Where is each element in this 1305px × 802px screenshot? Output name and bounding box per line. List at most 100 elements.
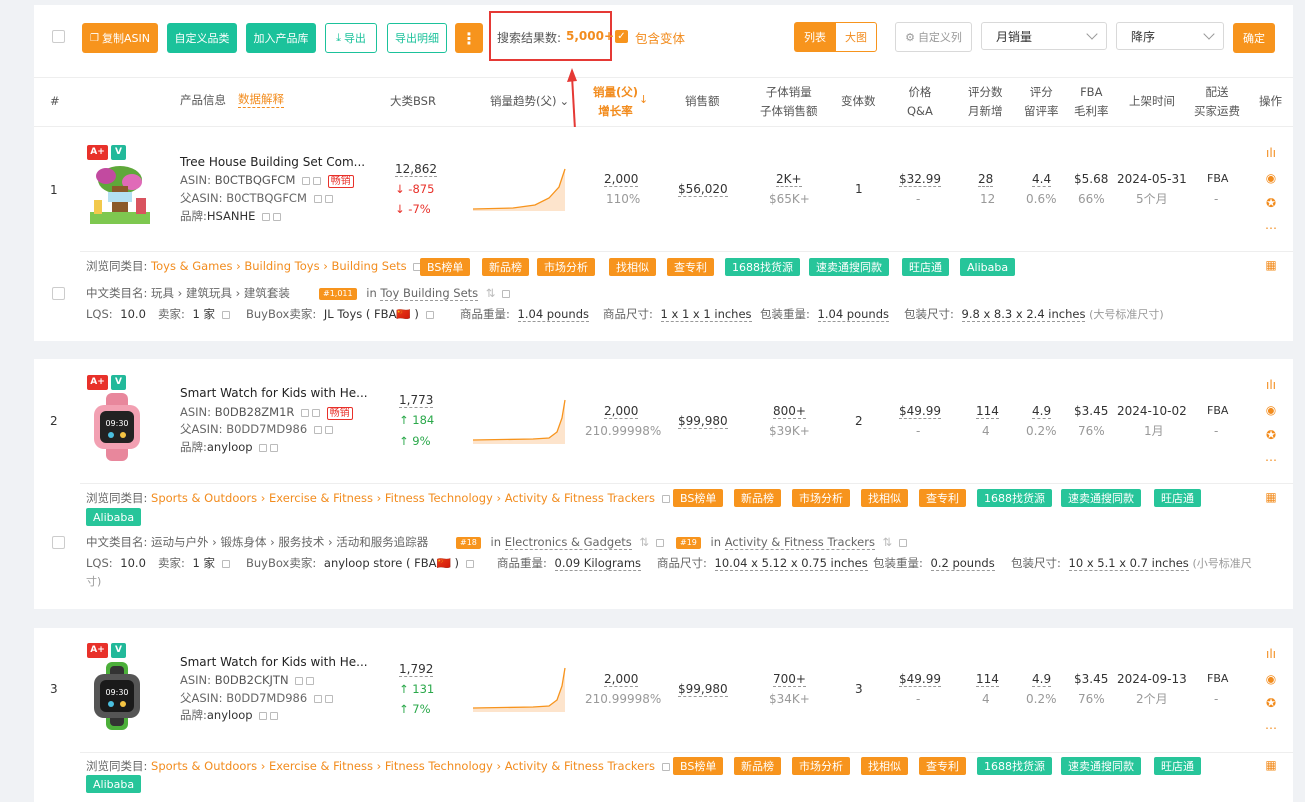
sales-trend-sparkline[interactable] (473, 398, 567, 444)
new-release-tag[interactable]: 新品榜 (482, 258, 529, 276)
more-dots-icon[interactable]: ⋯ (1265, 722, 1277, 734)
link-icon[interactable] (270, 711, 279, 720)
market-analysis-tag[interactable]: 市场分析 (537, 258, 595, 276)
header-rating[interactable]: 评分 留评率 (1024, 83, 1059, 121)
product-image-smartwatch-pink[interactable]: 09:30 (84, 393, 156, 461)
track-icon[interactable]: ◉ (1265, 172, 1277, 184)
bs-rank-tag[interactable]: BS榜单 (420, 258, 471, 276)
bsr-value[interactable]: 1,792 (399, 659, 434, 679)
link-icon[interactable] (324, 194, 333, 203)
browse-category-path[interactable]: Sports & Outdoors › Exercise & Fitness ›… (151, 759, 655, 773)
alibaba-tag[interactable]: Alibaba (960, 258, 1016, 276)
more-button[interactable]: ⋮ (455, 23, 483, 53)
chart-icon[interactable]: ılı (1265, 147, 1277, 159)
aliexpress-tag[interactable]: 速卖通搜同款 (1061, 757, 1141, 775)
browse-category-path[interactable]: Toys & Games › Building Toys › Building … (151, 259, 407, 273)
more-dots-icon[interactable]: ⋯ (1265, 454, 1277, 466)
market-analysis-tag[interactable]: 市场分析 (792, 757, 850, 775)
include-variants-label[interactable]: 包含变体 (635, 28, 685, 47)
analyze-icon[interactable]: ✪ (1265, 429, 1277, 441)
aliexpress-tag[interactable]: 速卖通搜同款 (1061, 489, 1141, 507)
alibaba-tag[interactable]: Alibaba (86, 508, 142, 526)
copy-icon[interactable] (295, 676, 304, 685)
patent-check-tag[interactable]: 查专利 (667, 258, 714, 276)
sales-trend-sparkline[interactable] (473, 666, 567, 712)
header-shipping[interactable]: 配送 买家运费 (1194, 83, 1240, 121)
product-title[interactable]: Tree House Building Set Com... (180, 155, 365, 169)
copy-asin-button[interactable]: ❐ 复制ASIN (82, 23, 158, 53)
header-variants[interactable]: 变体数 (841, 92, 876, 111)
select-all-checkbox[interactable] (52, 30, 65, 43)
wangdiantong-tag[interactable]: 旺店通 (1154, 757, 1201, 775)
link-icon[interactable] (465, 559, 474, 568)
link-icon[interactable] (661, 762, 670, 771)
link-icon[interactable] (898, 538, 907, 547)
link-icon[interactable] (273, 212, 282, 221)
analyze-icon[interactable]: ✪ (1265, 697, 1277, 709)
wangdiantong-tag[interactable]: 旺店通 (1154, 489, 1201, 507)
copy-icon[interactable] (313, 194, 322, 203)
calculator-icon[interactable]: ▦ (1265, 491, 1277, 503)
header-ratings[interactable]: 评分数 月新增 (968, 83, 1003, 121)
bs-rank-tag[interactable]: BS榜单 (673, 757, 724, 775)
patent-check-tag[interactable]: 查专利 (919, 757, 966, 775)
find-similar-tag[interactable]: 找相似 (861, 489, 908, 507)
new-release-tag[interactable]: 新品榜 (734, 489, 781, 507)
bs-rank-tag[interactable]: BS榜单 (673, 489, 724, 507)
find-similar-tag[interactable]: 找相似 (609, 258, 656, 276)
source-1688-tag[interactable]: 1688找货源 (977, 757, 1052, 775)
copy-icon[interactable] (259, 443, 268, 452)
header-sales-trend[interactable]: 销量趋势(父) ⌄ (490, 92, 569, 111)
new-release-tag[interactable]: 新品榜 (734, 757, 781, 775)
calculator-icon[interactable]: ▦ (1265, 759, 1277, 771)
header-child-sales[interactable]: 子体销量 子体销售额 (760, 83, 818, 121)
custom-category-button[interactable]: 自定义品类 (167, 23, 237, 53)
view-grid-button[interactable]: 大图 (835, 22, 877, 52)
link-icon[interactable] (306, 676, 315, 685)
copy-icon[interactable] (302, 176, 311, 185)
find-similar-tag[interactable]: 找相似 (861, 757, 908, 775)
include-variants-checkbox[interactable]: ✓ (615, 30, 628, 43)
link-icon[interactable] (221, 310, 230, 319)
sort-field-select[interactable]: 月销量 (981, 22, 1107, 50)
add-to-library-button[interactable]: 加入产品库 (246, 23, 316, 53)
copy-icon[interactable] (262, 212, 271, 221)
calculator-icon[interactable]: ▦ (1265, 259, 1277, 271)
view-list-button[interactable]: 列表 (794, 22, 836, 52)
track-icon[interactable]: ◉ (1265, 404, 1277, 416)
bsr-value[interactable]: 12,862 (395, 159, 437, 179)
product-image-treehouse[interactable] (84, 162, 156, 230)
sort-desc-icon[interactable]: ↓ (639, 93, 648, 106)
sales-trend-sparkline[interactable] (473, 165, 567, 211)
link-icon[interactable] (655, 538, 664, 547)
link-icon[interactable] (661, 494, 670, 503)
export-button[interactable]: ⤓ 导出 (325, 23, 377, 53)
link-icon[interactable] (425, 310, 434, 319)
bsr-value[interactable]: 1,773 (399, 390, 434, 410)
copy-icon[interactable] (313, 694, 322, 703)
header-listed[interactable]: 上架时间 (1129, 92, 1175, 111)
aliexpress-tag[interactable]: 速卖通搜同款 (809, 258, 889, 276)
confirm-button[interactable]: 确定 (1233, 23, 1275, 53)
market-analysis-tag[interactable]: 市场分析 (792, 489, 850, 507)
browse-category-path[interactable]: Sports & Outdoors › Exercise & Fitness ›… (151, 491, 655, 505)
link-icon[interactable] (324, 425, 333, 434)
copy-icon[interactable] (301, 408, 310, 417)
link-icon[interactable] (324, 694, 333, 703)
custom-columns-button[interactable]: ⚙ 自定义列 (895, 22, 972, 52)
more-dots-icon[interactable]: ⋯ (1265, 222, 1277, 234)
copy-icon[interactable] (259, 711, 268, 720)
sort-order-select[interactable]: 降序 (1116, 22, 1224, 50)
header-bsr[interactable]: 大类BSR (390, 92, 436, 111)
copy-icon[interactable] (313, 425, 322, 434)
row-checkbox[interactable] (52, 536, 65, 549)
header-revenue[interactable]: 销售额 (685, 92, 720, 111)
track-icon[interactable]: ◉ (1265, 673, 1277, 685)
link-icon[interactable] (313, 176, 322, 185)
source-1688-tag[interactable]: 1688找货源 (725, 258, 800, 276)
link-icon[interactable] (270, 443, 279, 452)
product-title[interactable]: Smart Watch for Kids with He... (180, 655, 368, 669)
header-data-explain[interactable]: 数据解释 (238, 91, 284, 108)
export-detail-button[interactable]: 导出明细 (387, 23, 447, 53)
product-image-smartwatch-green[interactable]: 09:30 (84, 662, 156, 730)
